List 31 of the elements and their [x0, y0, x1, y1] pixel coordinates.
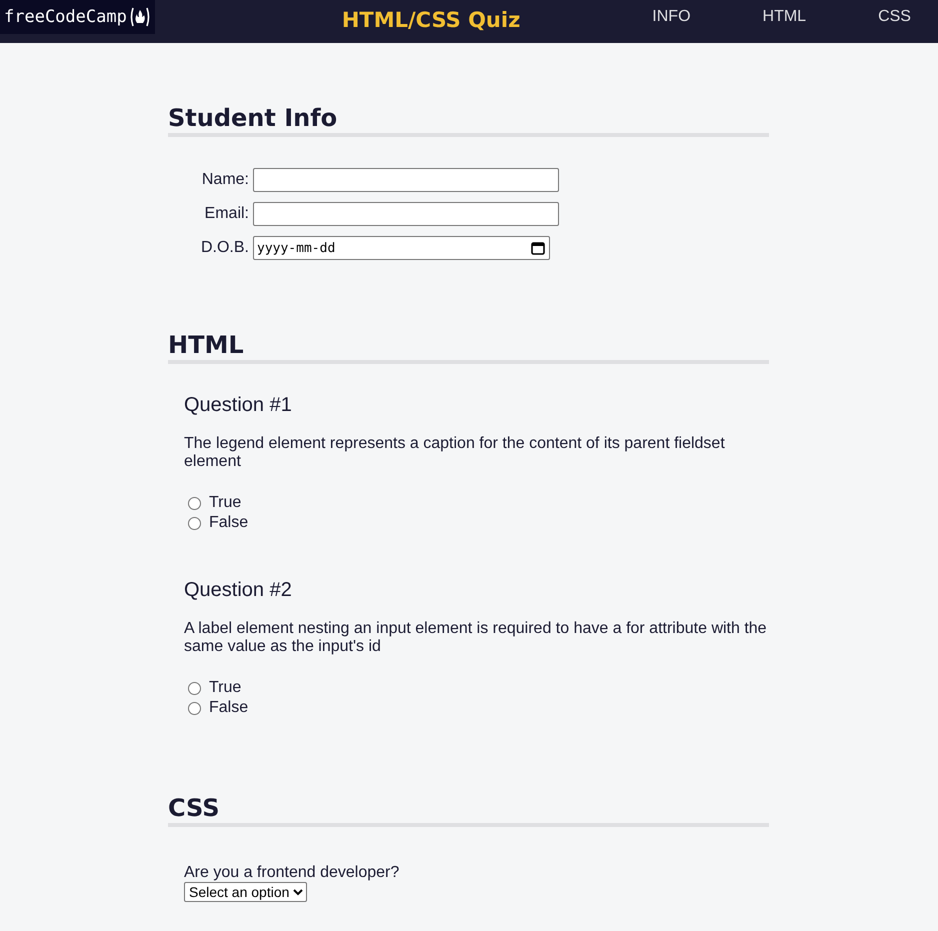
option-label: False [209, 514, 248, 532]
nav-link[interactable]: CSS [833, 8, 938, 26]
question-text: The legend element represents a caption for the content of its parent fieldset element [184, 435, 726, 471]
logo-text: freeCodeCamp [4, 7, 127, 27]
option-label: True [209, 494, 242, 512]
flame-icon [128, 7, 151, 27]
dropdown[interactable]: Select an option [184, 882, 307, 902]
date-field[interactable]: yyyy-mm-dd [253, 236, 550, 260]
option-label: True [209, 679, 242, 697]
question-text: Are you a frontend developer? [184, 864, 400, 882]
radio-button[interactable] [188, 496, 201, 510]
section-heading: Student Info [168, 103, 769, 137]
logo[interactable]: freeCodeCamp [0, 0, 155, 34]
field-label: Name: [200, 171, 249, 189]
radio-button[interactable] [188, 682, 201, 694]
page-title: HTML/CSS Quiz [342, 8, 520, 32]
nav-link[interactable]: HTML [718, 8, 834, 26]
radio-button[interactable] [188, 516, 201, 530]
field-label: D.O.B. [200, 239, 249, 257]
question-text: A label element nesting an input element is required to have a for attribute with the same value as the input's id [184, 620, 768, 656]
section-heading: HTML [168, 330, 769, 364]
nav-link[interactable]: INFO [607, 8, 718, 26]
text-field[interactable] [253, 202, 559, 226]
option-label: False [209, 699, 248, 717]
radio-button[interactable] [188, 702, 201, 714]
calendar-icon[interactable] [531, 241, 545, 255]
field-label: Email: [204, 205, 249, 223]
question-title: Question #2 [184, 578, 293, 602]
question-title: Question #1 [184, 393, 293, 417]
text-field[interactable] [253, 168, 559, 192]
section-heading: CSS [168, 793, 769, 827]
